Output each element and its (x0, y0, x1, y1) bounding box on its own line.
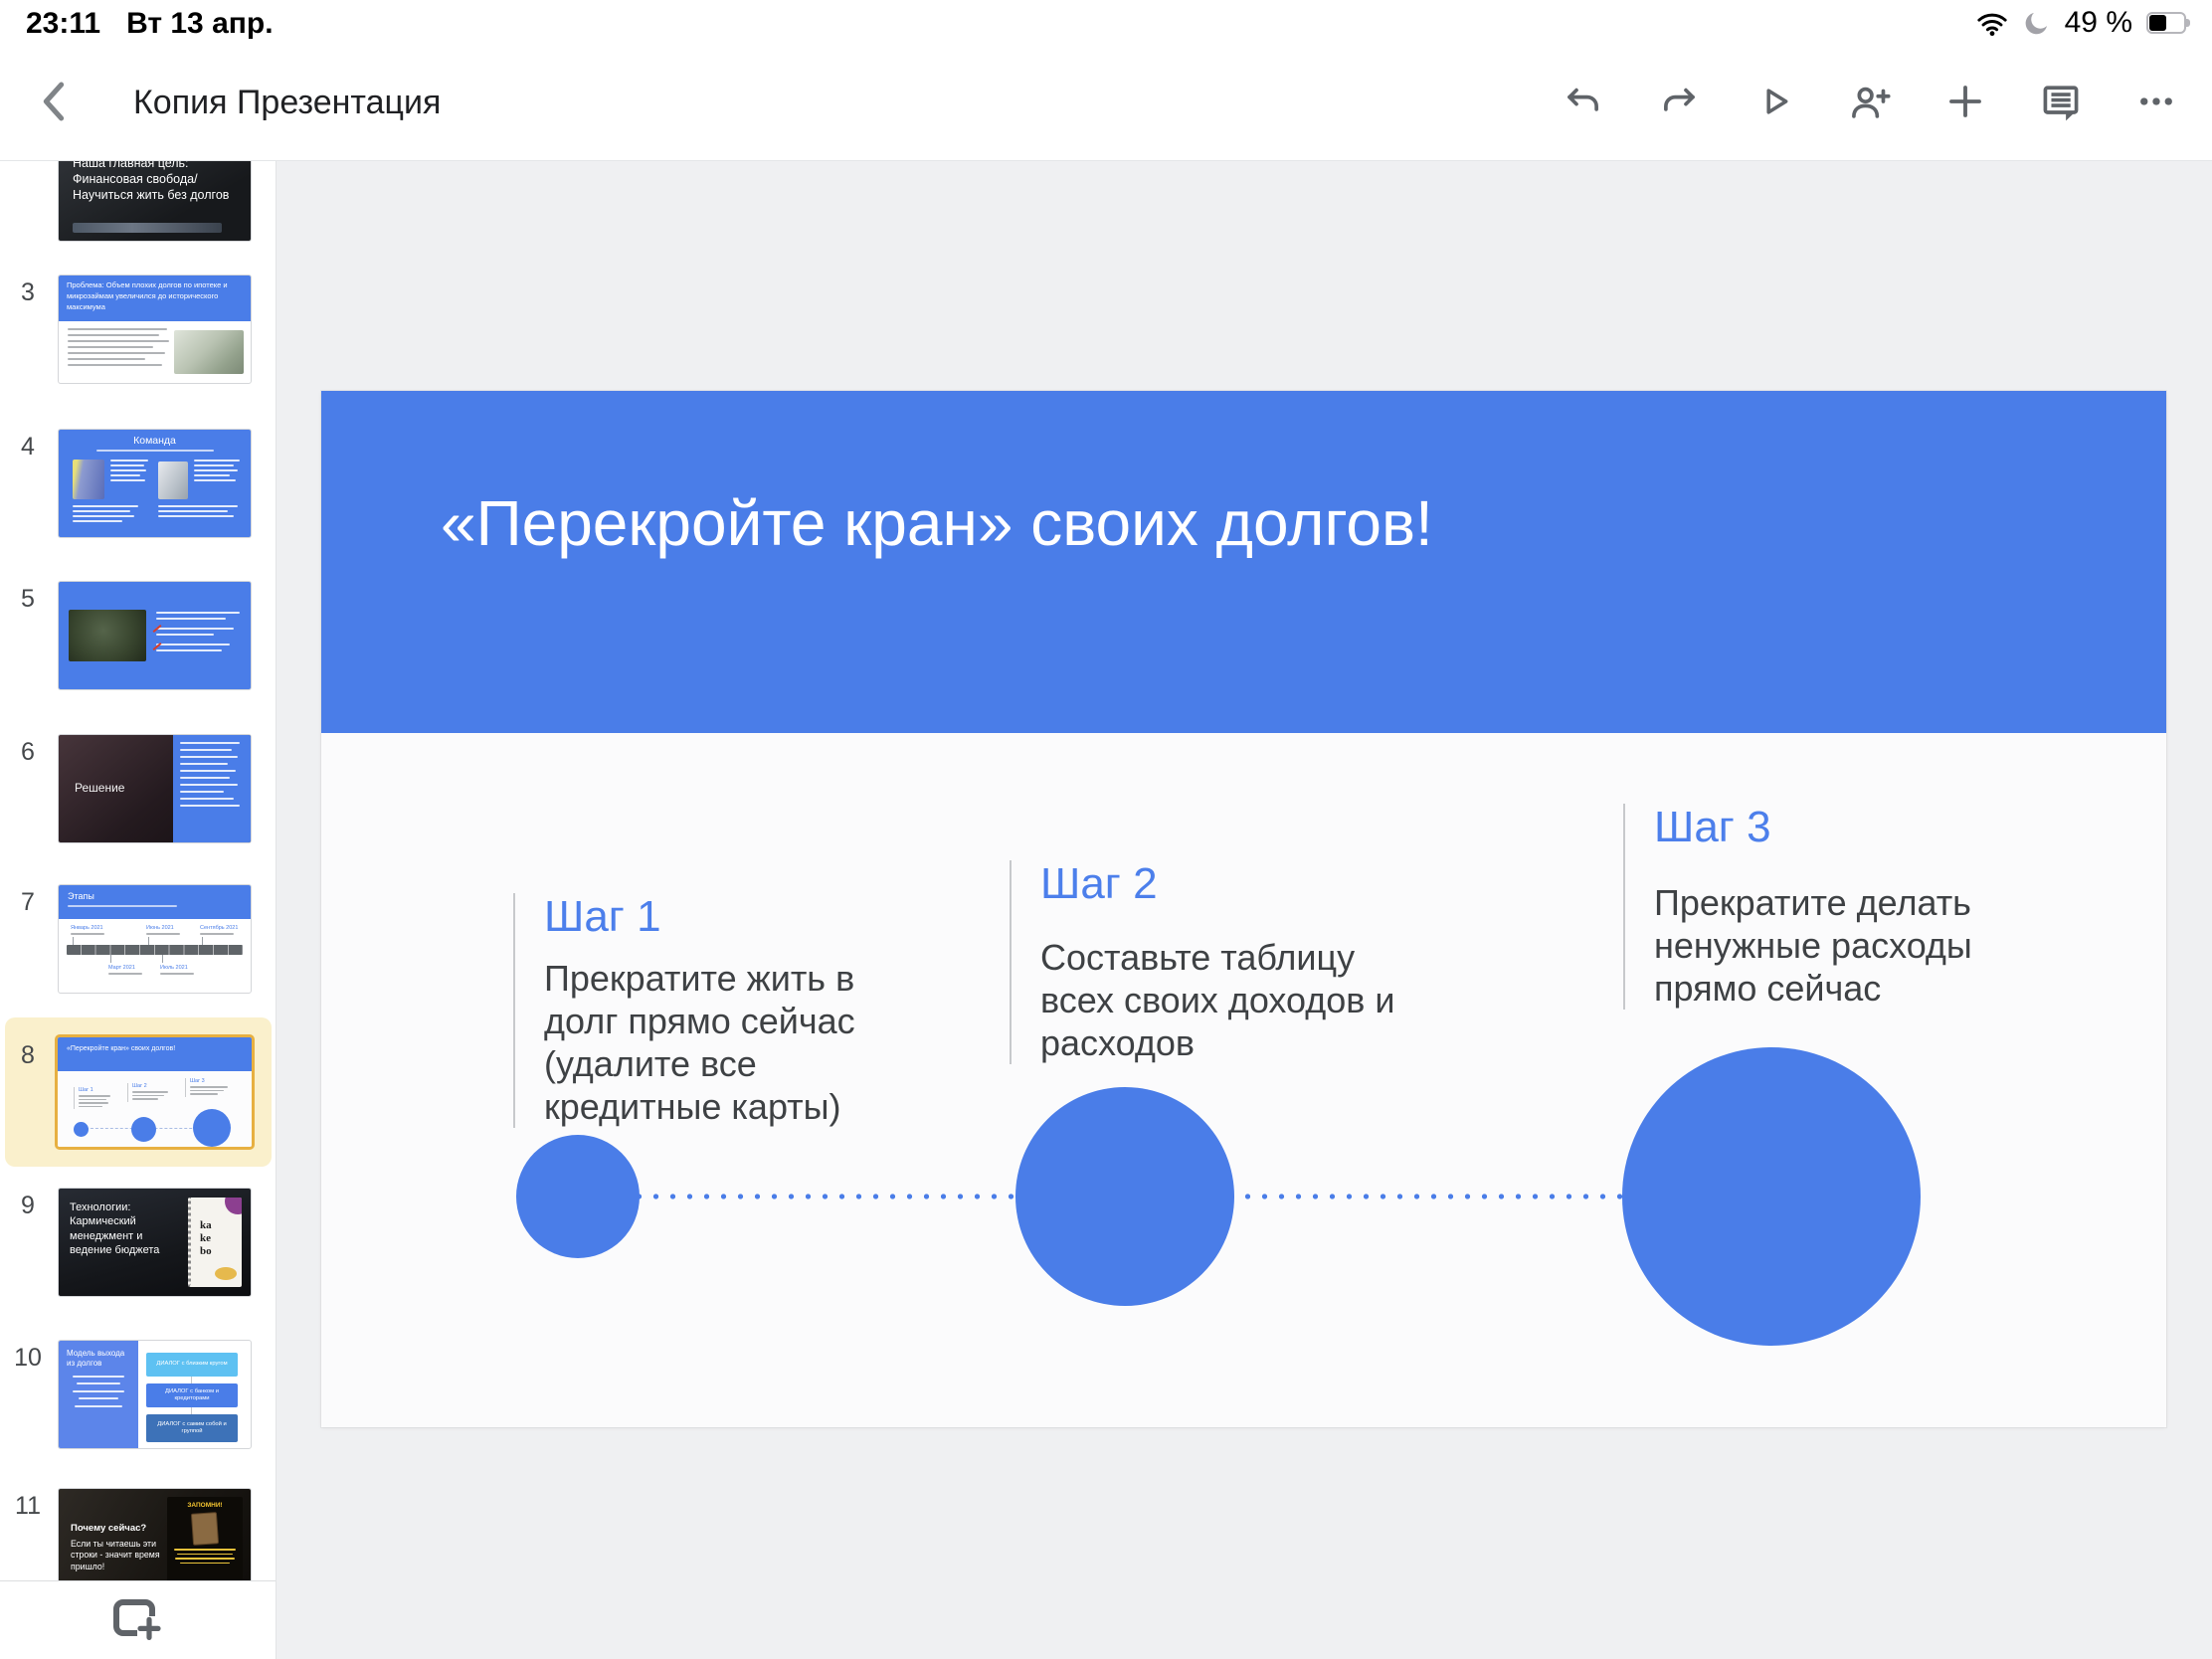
slide-filmstrip: Наша главная цель: Финансовая свобода/ Н… (0, 161, 276, 1659)
placeholder-lines (158, 505, 242, 520)
slide-title[interactable]: «Перекройте кран» своих долгов! (441, 486, 1433, 560)
slide-thumbnail-11[interactable]: Почему сейчас? Если ты читаешь эти строк… (58, 1488, 252, 1580)
thumb11-meme-card: ЗАПОМНИ! (167, 1497, 243, 1580)
slide-number-4: 4 (8, 433, 48, 461)
mini-step-2: Шаг 2 (127, 1083, 171, 1102)
thumb3-photo (174, 330, 244, 374)
add-person-button[interactable] (1842, 70, 1898, 133)
battery-icon (2146, 12, 2192, 34)
placeholder-lines (156, 612, 242, 655)
slide-thumbnail-2[interactable]: Наша главная цель: Финансовая свобода/ Н… (58, 161, 252, 242)
back-button[interactable] (30, 76, 78, 127)
more-button[interactable] (2128, 70, 2184, 133)
comments-button[interactable] (2033, 70, 2089, 133)
kakebo-book: ka ke bo (188, 1198, 242, 1287)
placeholder-lines (110, 460, 150, 484)
step-1-heading: Шаг 1 (544, 893, 855, 941)
add-slide-button[interactable] (112, 1597, 164, 1643)
slide-thumbnail-4[interactable]: Команда (58, 429, 252, 538)
timeline-callout: Январь 2021 (71, 925, 116, 939)
status-bar: 23:11 Вт 13 апр. 49 % (0, 0, 2212, 42)
slide-number-5: 5 (8, 585, 48, 614)
dialog-box-2: ДИАЛОГ с банком и кредиторами (146, 1383, 238, 1407)
slide-number-7: 7 (8, 888, 48, 917)
thumb11-line1: Почему сейчас? (71, 1523, 170, 1534)
placeholder-lines (194, 460, 242, 484)
dialog-box-1: ДИАЛОГ с близким кругом (146, 1353, 238, 1377)
slide-number-11: 11 (8, 1492, 48, 1521)
timeline-bar (67, 945, 243, 955)
slide-thumbnail-6[interactable]: Решение (58, 734, 252, 843)
step-3-heading: Шаг 3 (1654, 804, 1972, 851)
slide-thumbnail-5[interactable] (58, 581, 252, 690)
slide-title-band[interactable]: «Перекройте кран» своих долгов! (321, 391, 2166, 733)
wifi-icon (1975, 9, 2009, 37)
slide-thumbnail-8-selected[interactable]: «Перекройте кран» своих долгов! Шаг 1 Ша… (55, 1034, 255, 1150)
thumb3-title: Проблема: Объем плохих долгов по ипотеке… (59, 276, 251, 321)
thumb11-line2: Если ты читаешь эти строки - значит врем… (71, 1539, 174, 1572)
clock: 23:11 (26, 7, 100, 41)
slide-thumbnail-9[interactable]: Технологии: Кармический менеджмент и вед… (58, 1188, 252, 1297)
mini-step-1: Шаг 1 (74, 1087, 113, 1109)
moon-icon (2023, 9, 2051, 37)
present-button[interactable] (1747, 70, 1802, 133)
slide-thumbnail-3[interactable]: Проблема: Объем плохих долгов по ипотеке… (58, 275, 252, 384)
step-1-text[interactable]: Шаг 1 Прекратите жить в долг прямо сейча… (513, 893, 855, 1128)
slide-number-6: 6 (8, 738, 48, 767)
thumb7-title: Этапы (68, 891, 242, 901)
thumb4-photo-right (158, 461, 188, 499)
placeholder-lines (68, 328, 167, 370)
document-title[interactable]: Копия Презентация (133, 84, 441, 122)
timeline-callout: Март 2021 (108, 965, 154, 979)
slide-number-9: 9 (8, 1192, 48, 1220)
slide-number-8: 8 (8, 1041, 48, 1070)
step-3-circle[interactable] (1622, 1047, 1921, 1346)
step-2-text[interactable]: Шаг 2 Составьте таблицу всех своих доход… (1010, 860, 1395, 1064)
add-button[interactable] (1937, 70, 1993, 133)
filmstrip-scroll-area[interactable]: Наша главная цель: Финансовая свобода/ Н… (0, 161, 276, 1580)
thumb4-photo-left (73, 460, 104, 499)
battery-percent: 49 % (2065, 6, 2132, 40)
toolbar: Копия Презентация (0, 42, 2212, 161)
placeholder-lines (73, 505, 142, 525)
redo-button[interactable] (1651, 70, 1707, 133)
step-1-circle[interactable] (516, 1135, 640, 1258)
filmstrip-footer (0, 1580, 276, 1659)
editor-canvas[interactable]: «Перекройте кран» своих долгов! Шаг 1 Пр… (276, 161, 2212, 1659)
step-2-heading: Шаг 2 (1040, 860, 1395, 908)
mini-step-3: Шаг 3 (185, 1078, 231, 1097)
undo-button[interactable] (1556, 70, 1611, 133)
thumb10-title: Модель выхода из долгов (67, 1349, 130, 1370)
thumb9-title: Технологии: Кармический менеджмент и вед… (70, 1200, 177, 1257)
app-window: 23:11 Вт 13 апр. 49 % (0, 0, 2212, 1659)
placeholder-lines (173, 735, 251, 842)
thumb8-title: «Перекройте кран» своих долгов! (58, 1037, 252, 1071)
step-2-circle[interactable] (1015, 1087, 1234, 1306)
thumb4-title: Команда (59, 435, 251, 447)
timeline-callout: Июнь 2021 (146, 925, 192, 939)
date: Вт 13 апр. (126, 7, 273, 41)
slide-thumbnail-7[interactable]: Этапы Январь 2021 Июнь 2021 Сентябрь 202… (58, 884, 252, 994)
thumb6-title: Решение (75, 781, 124, 795)
slide-number-3: 3 (8, 278, 48, 307)
thumb5-photo (69, 610, 146, 661)
timeline-callout: Июль 2021 (160, 965, 206, 979)
thumb2-title: Наша главная цель: Финансовая свобода/ Н… (59, 161, 251, 203)
step-3-text[interactable]: Шаг 3 Прекратите делать ненужные расходы… (1623, 804, 1972, 1010)
timeline-callout: Сентябрь 2021 (200, 925, 246, 939)
slide-8-canvas[interactable]: «Перекройте кран» своих долгов! Шаг 1 Пр… (321, 391, 2166, 1427)
dialog-box-3: ДИАЛОГ с самим собой и группой (146, 1414, 238, 1442)
slide-thumbnail-10[interactable]: Модель выхода из долгов ДИАЛОГ с близким… (58, 1340, 252, 1449)
slide-number-10: 10 (8, 1344, 48, 1373)
